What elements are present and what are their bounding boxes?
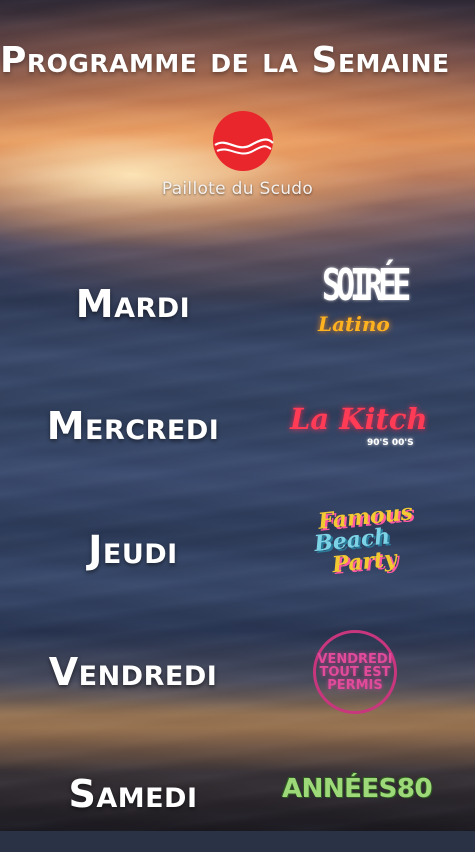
day-label: Vendredi [48, 650, 218, 694]
event-kitch-title: La Kitch [290, 402, 428, 436]
badge-line-2: TOUT EST [319, 664, 391, 680]
event-vendredi-badge: VENDREDI TOUT EST PERMIS [313, 630, 397, 714]
event-soiree-title: SOIRÉE [322, 260, 411, 311]
event-party-line: Party [330, 545, 398, 579]
badge-line-3: PERMIS [327, 677, 383, 693]
schedule-row-jeudi: Jeudi Famous Beach Party [0, 499, 475, 608]
schedule-row-mercredi: Mercredi La Kitch 90'S 00'S [0, 402, 475, 484]
day-label: Mercredi [46, 404, 220, 448]
paillote-logo-icon [213, 111, 274, 171]
event-famous-beach-party: Famous Beach Party [312, 499, 414, 578]
event-annees80-title: ANNÉES80 [282, 774, 433, 804]
brand-name: Paillote du Scudo [161, 179, 314, 199]
event-latino-subtitle: Latino [318, 312, 390, 336]
schedule-row-mardi: Mardi SOIRÉE Latino [0, 260, 475, 362]
day-label: Samedi [68, 772, 198, 816]
event-kitch-subtitle: 90'S 00'S [367, 438, 414, 448]
day-label: Jeudi [88, 528, 178, 572]
schedule-row-samedi: Samedi ANNÉES80 [0, 772, 475, 852]
schedule-row-vendredi: Vendredi VENDREDI TOUT EST PERMIS [0, 630, 475, 730]
page-title: Programme de la Semaine [0, 40, 450, 81]
day-label: Mardi [75, 282, 191, 326]
badge-line-1: VENDREDI [317, 651, 393, 667]
